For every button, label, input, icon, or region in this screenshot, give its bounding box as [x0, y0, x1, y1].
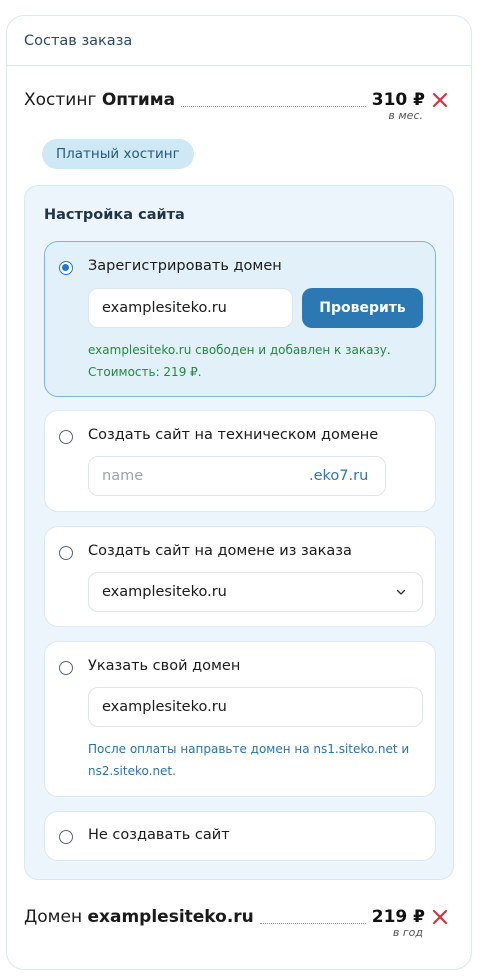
domain-item-price: 219 ₽ в год	[372, 907, 425, 939]
hosting-prefix: Хостинг	[24, 90, 97, 110]
ns-instructions-note: После оплаты направьте домен на ns1.site…	[88, 738, 409, 782]
close-icon	[433, 93, 447, 107]
hosting-line-item: Хостинг Оптима 310 ₽ в мес.	[24, 90, 449, 122]
hosting-price-amount: 310 ₽	[371, 90, 425, 110]
order-card: Состав заказа Хостинг Оптима 310 ₽ в мес…	[6, 15, 472, 970]
option-order-domain-label: Создать сайт на домене из заказа	[88, 543, 352, 559]
paid-hosting-badge: Платный хостинг	[42, 139, 194, 169]
leader-dots	[259, 910, 366, 924]
technical-domain-suffix: .eko7.ru	[299, 456, 386, 496]
ns-instructions-line1: После оплаты направьте домен на ns1.site…	[88, 742, 410, 756]
hosting-price-period: в мес.	[388, 109, 423, 122]
option-register-domain-label: Зарегистрировать домен	[88, 258, 282, 274]
domain-available-note-line2: Стоимость: 219 ₽.	[88, 365, 202, 379]
check-domain-button[interactable]: Проверить	[302, 288, 423, 328]
order-card-title: Состав заказа	[7, 16, 471, 66]
chevron-down-icon	[396, 589, 406, 595]
option-order-domain[interactable]: Создать сайт на домене из заказа example…	[44, 526, 436, 627]
order-domain-select[interactable]: examplesiteko.ru	[88, 572, 423, 612]
option-own-domain[interactable]: Указать свой домен После оплаты направьт…	[44, 641, 436, 797]
hosting-name: Хостинг Оптима	[24, 90, 175, 110]
option-register-domain[interactable]: Зарегистрировать домен Проверить example…	[44, 241, 436, 397]
option-no-site-label: Не создавать сайт	[88, 827, 230, 843]
site-settings-title: Настройка сайта	[44, 207, 185, 223]
option-technical-domain[interactable]: Создать сайт на техническом домене .eko7…	[44, 410, 436, 512]
radio-register-domain[interactable]	[59, 261, 73, 275]
hosting-plan: Оптима	[101, 90, 176, 110]
domain-item-name: Домен examplesiteko.ru	[24, 907, 254, 927]
site-settings-panel: Настройка сайта Зарегистрировать домен П…	[24, 185, 454, 880]
remove-hosting-button[interactable]	[431, 90, 449, 110]
close-icon	[433, 910, 447, 924]
option-own-domain-label: Указать свой домен	[88, 658, 241, 674]
remove-domain-button[interactable]	[431, 907, 449, 927]
option-no-site[interactable]: Не создавать сайт	[44, 811, 436, 861]
radio-technical-domain[interactable]	[59, 430, 73, 444]
radio-own-domain[interactable]	[59, 661, 73, 675]
ns-instructions-line2: ns2.siteko.net.	[88, 764, 176, 778]
domain-line-item: Домен examplesiteko.ru 219 ₽ в год	[24, 907, 449, 939]
hosting-price: 310 ₽ в мес.	[372, 90, 425, 122]
radio-no-site[interactable]	[59, 830, 73, 844]
technical-domain-name-input[interactable]	[88, 456, 300, 496]
order-domain-select-value: examplesiteko.ru	[102, 584, 227, 600]
domain-item-domain: examplesiteko.ru	[87, 907, 254, 927]
leader-dots	[181, 93, 366, 107]
domain-available-note: examplesiteko.ru свободен и добавлен к з…	[88, 339, 391, 383]
domain-item-price-amount: 219 ₽	[371, 907, 425, 927]
domain-item-price-period: в год	[392, 926, 423, 939]
register-domain-input[interactable]	[88, 288, 293, 328]
domain-item-prefix: Домен	[24, 907, 83, 927]
domain-available-note-line1: examplesiteko.ru свободен и добавлен к з…	[88, 343, 391, 357]
radio-order-domain[interactable]	[59, 546, 73, 560]
own-domain-input[interactable]	[88, 687, 423, 727]
option-technical-domain-label: Создать сайт на техническом домене	[88, 427, 379, 443]
